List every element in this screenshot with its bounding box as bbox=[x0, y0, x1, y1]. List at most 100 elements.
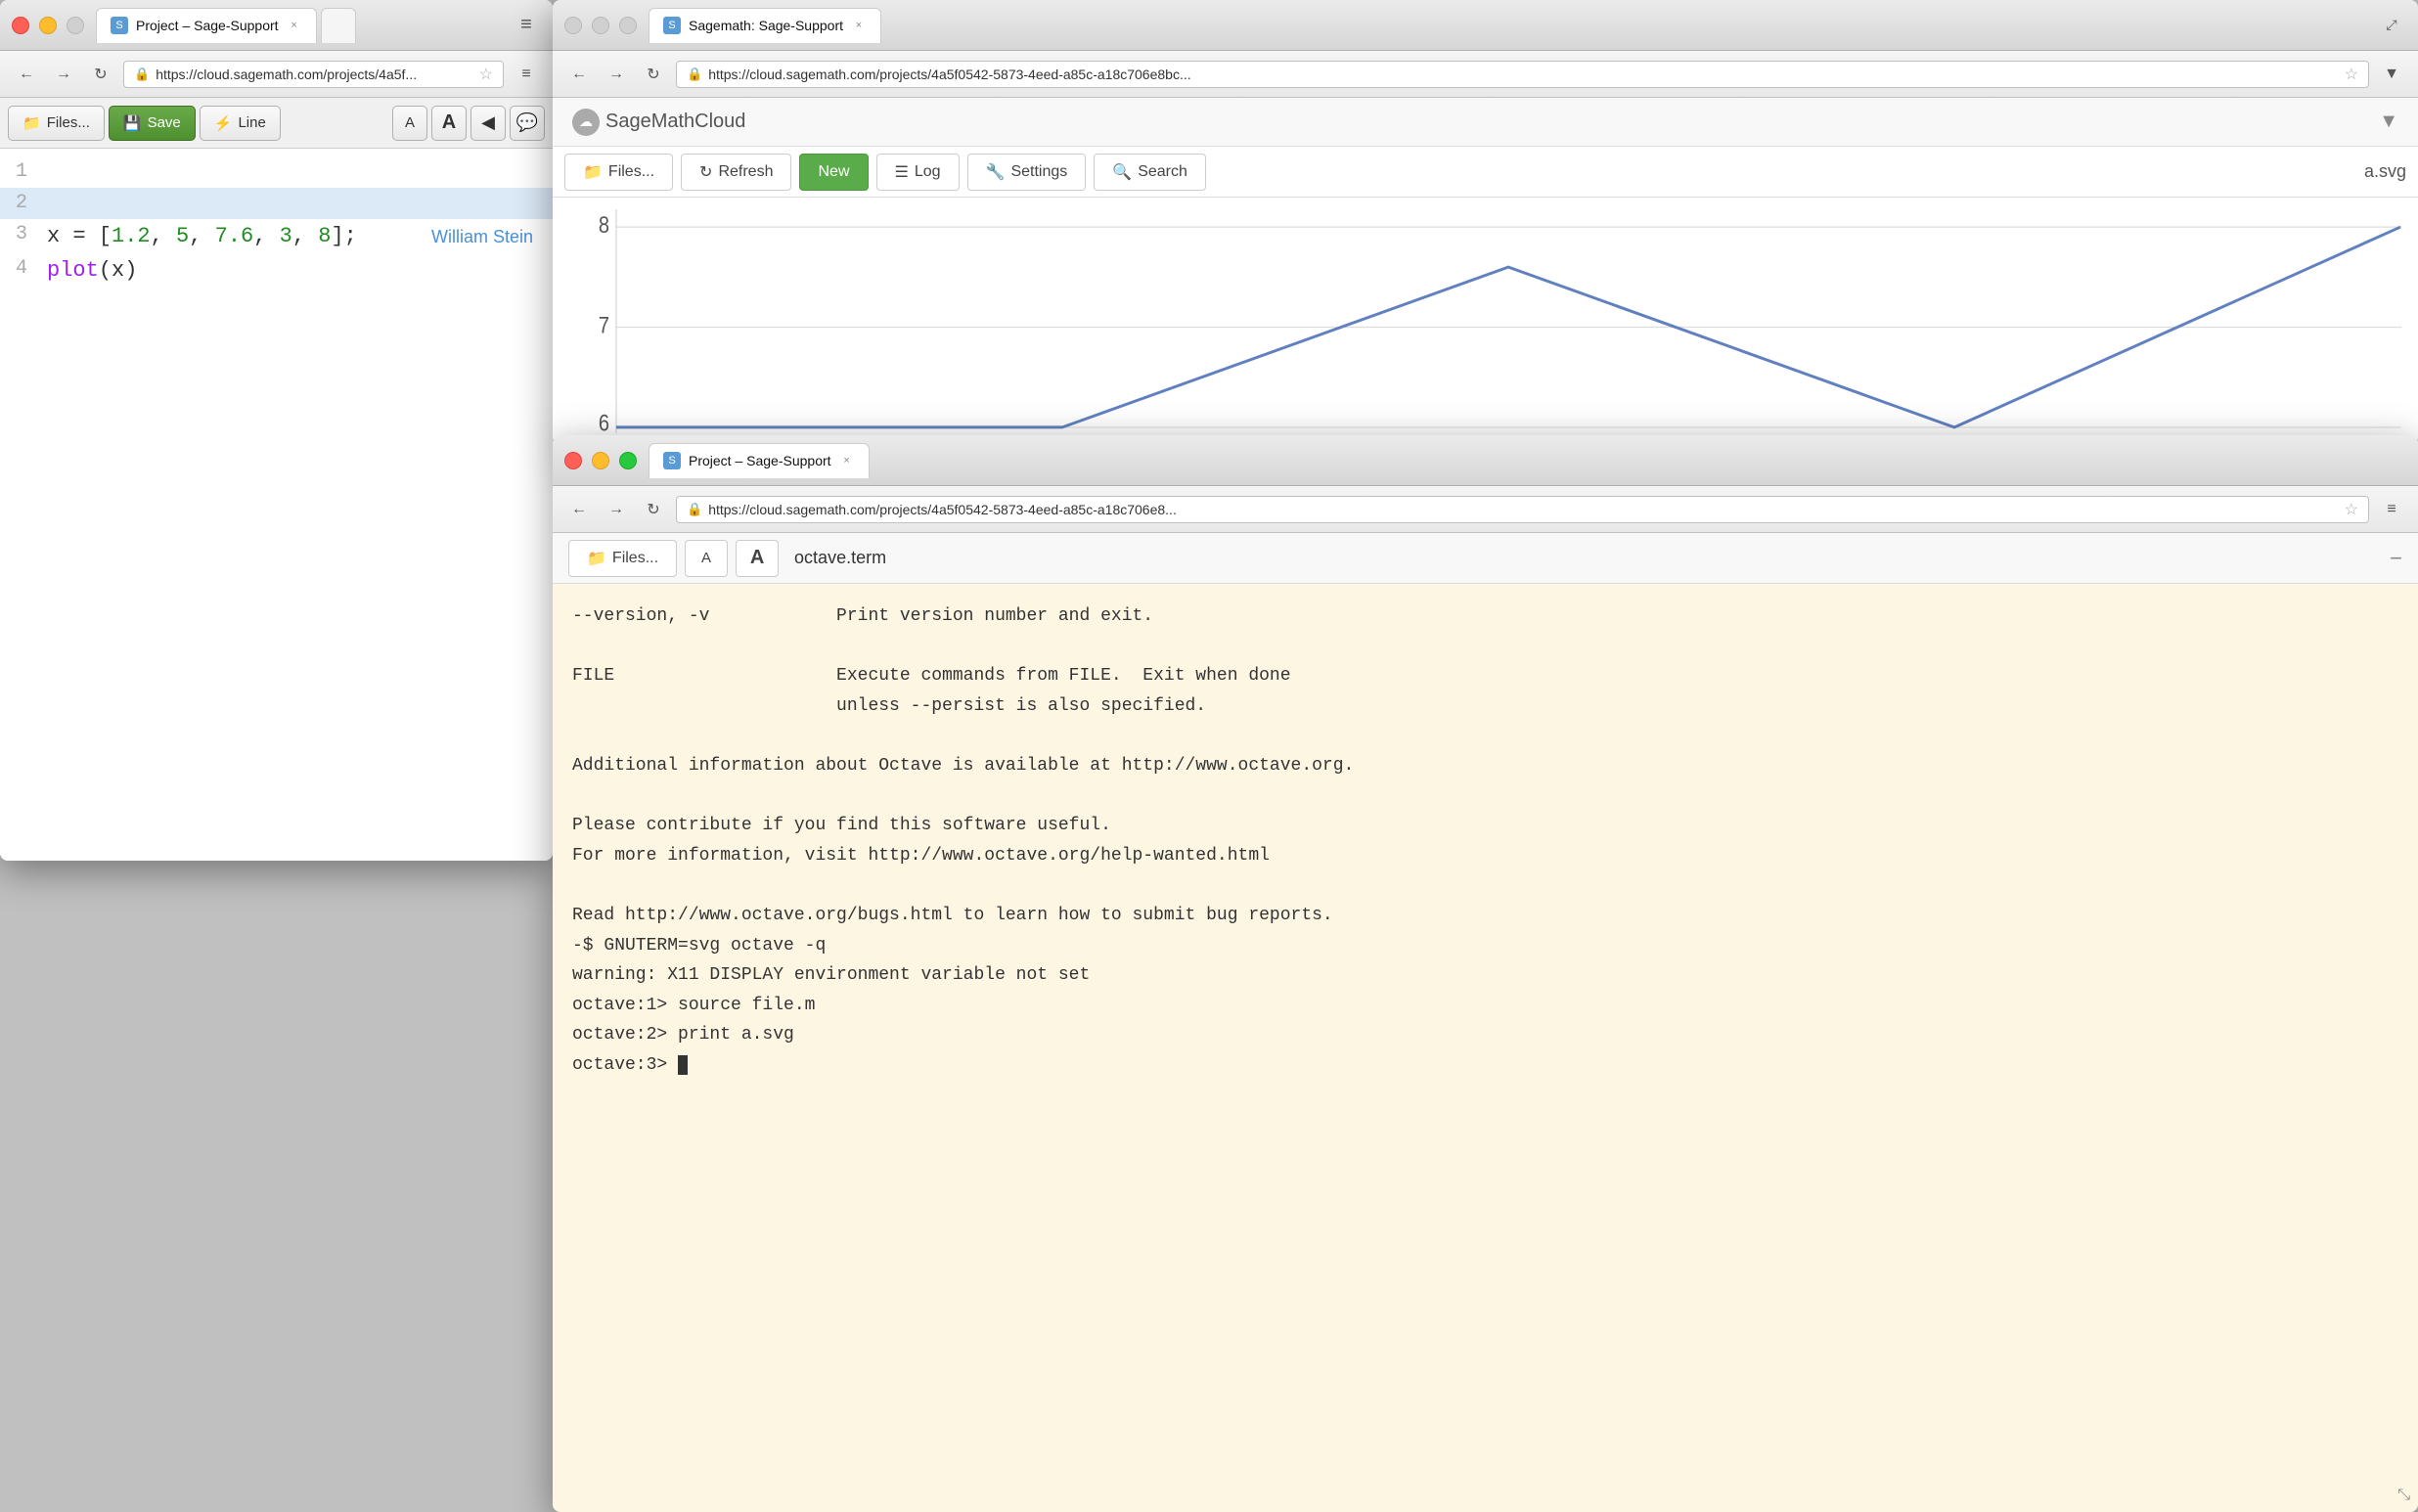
expand-icon-bottom[interactable]: ⤡ bbox=[2397, 1487, 2410, 1504]
tab-close-left[interactable]: × bbox=[287, 18, 302, 33]
back-button-left[interactable]: ← bbox=[12, 60, 41, 89]
tab-title-bottom: Project – Sage-Support bbox=[689, 453, 831, 468]
reload-button-bottom[interactable]: ↻ bbox=[639, 495, 668, 524]
reload-button-right[interactable]: ↻ bbox=[639, 60, 668, 89]
save-button[interactable]: 💾 Save bbox=[109, 106, 196, 141]
term-files-button[interactable]: 📁 Files... bbox=[568, 540, 677, 577]
smc-search-button[interactable]: 🔍 Search bbox=[1094, 154, 1206, 191]
forward-button-bottom[interactable]: → bbox=[602, 495, 631, 524]
line-label: Line bbox=[238, 114, 265, 131]
window-menu-left[interactable]: ≡ bbox=[512, 11, 541, 40]
collapse-button[interactable]: ◀ bbox=[470, 106, 506, 141]
smc-header: ☁ SageMathCloud ▼ bbox=[553, 98, 2418, 147]
traffic-lights-right bbox=[564, 17, 637, 34]
expand-button-right[interactable]: ⤢ bbox=[2377, 11, 2406, 40]
terminal-cursor bbox=[678, 1055, 688, 1075]
term-font-large-label: A bbox=[750, 547, 764, 569]
tab-close-right[interactable]: × bbox=[851, 18, 867, 33]
smc-search-icon: 🔍 bbox=[1112, 162, 1132, 182]
url-bar-left[interactable]: 🔒 https://cloud.sagemath.com/projects/4a… bbox=[123, 61, 504, 88]
reload-button-left[interactable]: ↻ bbox=[86, 60, 115, 89]
term-font-small-button[interactable]: A bbox=[685, 540, 728, 577]
term-line-6: Additional information about Octave is a… bbox=[572, 751, 2398, 781]
term-line-1: --version, -v Print version number and e… bbox=[572, 601, 2398, 632]
smc-refresh-icon: ↻ bbox=[699, 162, 712, 182]
menu-button-right[interactable]: ▼ bbox=[2377, 60, 2406, 89]
menu-button-left[interactable]: ≡ bbox=[512, 60, 541, 89]
url-lock-bottom: 🔒 bbox=[687, 502, 702, 517]
smc-title: SageMathCloud bbox=[605, 111, 745, 133]
smc-files-button[interactable]: 📁 Files... bbox=[564, 154, 673, 191]
traffic-lights-left bbox=[12, 17, 84, 34]
smc-logo: ☁ bbox=[572, 109, 600, 136]
term-line-7 bbox=[572, 781, 2398, 812]
minimize-button[interactable] bbox=[39, 17, 57, 34]
term-line-10 bbox=[572, 870, 2398, 901]
comment-button[interactable]: 💬 bbox=[510, 106, 545, 141]
font-large-label: A bbox=[442, 111, 456, 134]
line-number-1: 1 bbox=[4, 156, 39, 188]
url-bar-right[interactable]: 🔒 https://cloud.sagemath.com/projects/4a… bbox=[676, 61, 2369, 88]
traffic-lights-bottom bbox=[564, 452, 637, 469]
files-label: Files... bbox=[47, 114, 90, 131]
nav-bar-left: ← → ↻ 🔒 https://cloud.sagemath.com/proje… bbox=[0, 51, 553, 98]
smc-new-label: New bbox=[818, 163, 849, 181]
close-button-bottom[interactable] bbox=[564, 452, 582, 469]
term-font-large-button[interactable]: A bbox=[736, 540, 779, 577]
url-bar-bottom[interactable]: 🔒 https://cloud.sagemath.com/projects/4a… bbox=[676, 496, 2369, 523]
font-large-button[interactable]: A bbox=[431, 106, 467, 141]
tab-left-active[interactable]: S Project – Sage-Support × bbox=[96, 8, 317, 43]
bookmark-star-left[interactable]: ☆ bbox=[479, 65, 493, 84]
title-bar-bottom: S Project – Sage-Support × bbox=[553, 435, 2418, 486]
line-number-3: 3 bbox=[4, 219, 39, 250]
smc-new-button[interactable]: New bbox=[799, 154, 868, 191]
smc-filename: a.svg bbox=[2364, 161, 2406, 182]
maximize-button[interactable] bbox=[67, 17, 84, 34]
bookmark-star-right[interactable]: ☆ bbox=[2345, 65, 2358, 84]
maximize-button-bottom[interactable] bbox=[619, 452, 637, 469]
url-lock-right: 🔒 bbox=[687, 67, 702, 82]
term-font-small-label: A bbox=[701, 550, 711, 566]
smc-settings-icon: 🔧 bbox=[986, 162, 1006, 182]
forward-button-right[interactable]: → bbox=[602, 60, 631, 89]
terminal-content[interactable]: --version, -v Print version number and e… bbox=[553, 584, 2418, 1512]
back-button-right[interactable]: ← bbox=[564, 60, 594, 89]
maximize-button-right[interactable] bbox=[619, 17, 637, 34]
line-number-4: 4 bbox=[4, 253, 39, 285]
term-line-14: octave:1> source file.m bbox=[572, 991, 2398, 1021]
files-button[interactable]: 📁 Files... bbox=[8, 106, 105, 141]
smc-refresh-button[interactable]: ↻ Refresh bbox=[681, 154, 791, 191]
term-minimize-button[interactable]: − bbox=[2390, 546, 2402, 571]
smc-log-button[interactable]: ☰ Log bbox=[876, 154, 960, 191]
smc-files-label: Files... bbox=[608, 163, 654, 181]
menu-button-bottom[interactable]: ≡ bbox=[2377, 495, 2406, 524]
y-label-8: 8 bbox=[599, 211, 609, 238]
minimize-button-right[interactable] bbox=[592, 17, 609, 34]
nav-bar-right: ← → ↻ 🔒 https://cloud.sagemath.com/proje… bbox=[553, 51, 2418, 98]
editor-content: 1 2 3 x = [1.2, 5, 7.6, 3, 8]; 4 plot(x) bbox=[0, 149, 553, 861]
font-small-button[interactable]: A bbox=[392, 106, 427, 141]
back-button-bottom[interactable]: ← bbox=[564, 495, 594, 524]
smc-refresh-label: Refresh bbox=[718, 163, 773, 181]
term-line-16[interactable]: octave:3> bbox=[572, 1050, 2398, 1081]
files-icon: 📁 bbox=[22, 114, 41, 132]
term-files-icon: 📁 bbox=[587, 549, 606, 568]
line-button[interactable]: ⚡ Line bbox=[200, 106, 281, 141]
editor-line-2: 2 bbox=[0, 188, 553, 219]
save-icon: 💾 bbox=[123, 114, 142, 132]
tab-bottom-active[interactable]: S Project – Sage-Support × bbox=[649, 443, 870, 478]
bookmark-star-bottom[interactable]: ☆ bbox=[2345, 500, 2358, 519]
close-button-right[interactable] bbox=[564, 17, 582, 34]
plot-svg: 8 7 6 bbox=[553, 198, 2418, 445]
minimize-button-bottom[interactable] bbox=[592, 452, 609, 469]
bolt-icon: ⚡ bbox=[214, 114, 233, 132]
tab-right-active[interactable]: S Sagemath: Sage-Support × bbox=[649, 8, 881, 43]
tab-close-bottom[interactable]: × bbox=[839, 453, 855, 468]
smc-settings-button[interactable]: 🔧 Settings bbox=[967, 154, 1087, 191]
smc-nav-expand[interactable]: ▼ bbox=[2379, 111, 2398, 133]
tab-left-new[interactable] bbox=[321, 8, 356, 43]
close-button[interactable] bbox=[12, 17, 29, 34]
term-line-8: Please contribute if you find this softw… bbox=[572, 811, 2398, 841]
editor-area[interactable]: 1 2 3 x = [1.2, 5, 7.6, 3, 8]; 4 plot(x) bbox=[0, 149, 553, 861]
forward-button-left[interactable]: → bbox=[49, 60, 78, 89]
